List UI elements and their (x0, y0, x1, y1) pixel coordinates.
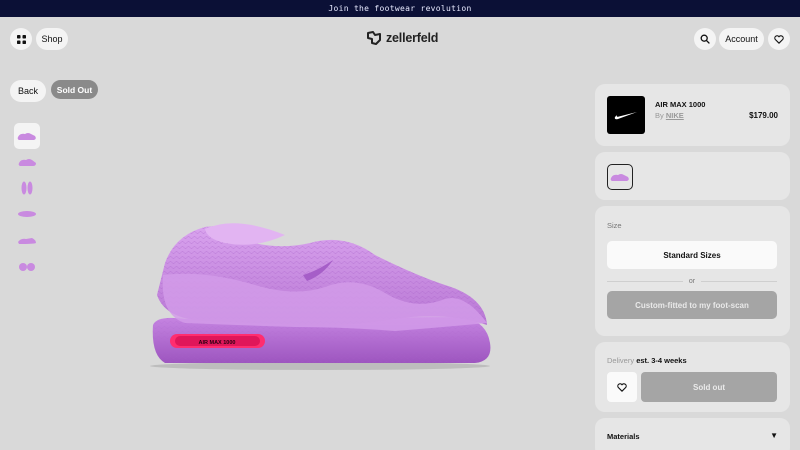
byline-prefix: By (655, 111, 664, 120)
thumbnail-medial-view[interactable] (14, 227, 40, 253)
announcement-banner: Join the footwear revolution (0, 0, 800, 17)
thumbnail-sole-view[interactable] (14, 201, 40, 227)
search-icon (700, 34, 710, 44)
status-badge: Sold Out (51, 80, 98, 99)
thumbnail-pair-view[interactable] (14, 253, 40, 279)
or-label: or (688, 277, 696, 285)
materials-title: Materials (607, 432, 640, 441)
materials-card[interactable]: Materials ▼ (595, 418, 790, 450)
account-label: Account (725, 34, 758, 44)
product-hero-image: AIR MAX 1000 (150, 223, 491, 370)
menu-button[interactable] (10, 28, 32, 50)
wishlist-button[interactable] (768, 28, 790, 50)
thumbnail-top-view[interactable] (14, 175, 40, 201)
air-unit-label: AIR MAX 1000 (199, 340, 236, 346)
delivery-label: Delivery (607, 356, 635, 365)
banner-text: Join the footwear revolution (328, 4, 472, 13)
brand-name: zellerfeld (386, 31, 439, 45)
delivery-estimate: est. 3-4 weeks (636, 356, 687, 365)
search-button[interactable] (694, 28, 716, 50)
product-info-card: AIR MAX 1000 By NIKE $179.00 (595, 84, 790, 146)
thumbnail-side-view[interactable] (14, 123, 40, 149)
back-button[interactable]: Back (10, 80, 46, 102)
add-to-wishlist-button[interactable] (607, 372, 637, 402)
zellerfeld-logo-icon (367, 31, 381, 45)
or-divider: or (607, 276, 778, 286)
product-name: AIR MAX 1000 (655, 100, 706, 109)
brand-logo-box (607, 96, 645, 134)
product-byline: By NIKE (655, 111, 684, 120)
swoosh-icon (614, 112, 637, 120)
grid-icon (16, 34, 26, 44)
size-title: Size (607, 221, 622, 230)
delivery-card: Delivery est. 3-4 weeks Sold out (595, 342, 790, 412)
size-card: Size Standard Sizes or Custom-fitted to … (595, 206, 790, 336)
caret-down-icon: ▼ (770, 431, 778, 440)
product-price: $179.00 (749, 111, 778, 120)
heart-icon (617, 382, 627, 392)
back-label: Back (17, 86, 38, 96)
thumbnail-rail (14, 123, 40, 279)
sold-out-button[interactable]: Sold out (641, 372, 777, 402)
brand-link[interactable]: NIKE (666, 111, 684, 120)
delivery-info: Delivery est. 3-4 weeks (607, 356, 687, 365)
status-badge-label: Sold Out (56, 84, 93, 95)
custom-fit-button[interactable]: Custom-fitted to my foot-scan (607, 291, 777, 319)
thumbnail-side-view-alt[interactable] (14, 149, 40, 175)
standard-sizes-button[interactable]: Standard Sizes (607, 241, 777, 269)
shop-button[interactable]: Shop (36, 28, 68, 50)
heart-icon (774, 34, 784, 44)
account-button[interactable]: Account (719, 28, 764, 50)
brand-logo[interactable]: zellerfeld (366, 30, 438, 46)
colorway-swatch[interactable] (607, 164, 633, 190)
colorway-card (595, 152, 790, 200)
shop-label: Shop (41, 34, 63, 44)
